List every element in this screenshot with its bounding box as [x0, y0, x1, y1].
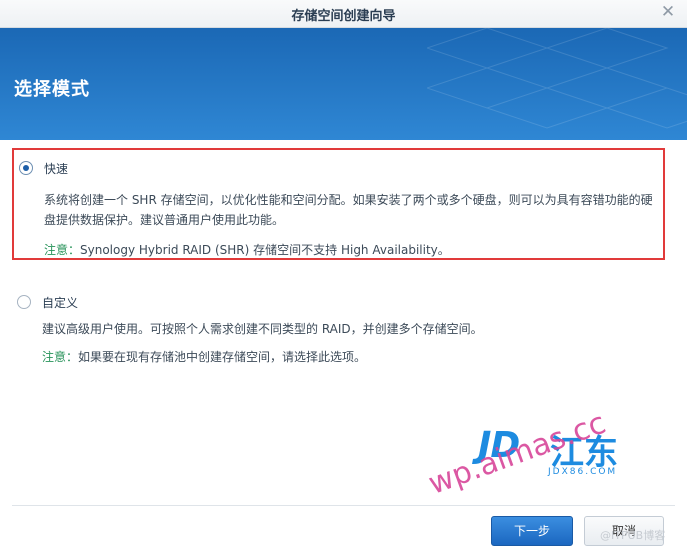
close-icon[interactable]: ✕: [659, 3, 677, 21]
option-custom-label[interactable]: 自定义: [42, 294, 78, 311]
watermark-url: wp.aimas.cc: [424, 405, 611, 502]
option-quick-description: 系统将创建一个 SHR 存储空间，以优化性能和空间分配。如果安装了两个或多个硬盘…: [44, 193, 653, 227]
watermark-brand-latin: JD: [478, 425, 520, 466]
radio-custom[interactable]: [17, 295, 31, 309]
banner-grid-pattern: [427, 28, 687, 129]
window-title: 存储空间创建向导: [291, 9, 396, 24]
note-text: 如果要在现有存储池中创建存储空间，请选择此选项。: [78, 350, 367, 364]
window-titlebar: 存储空间创建向导 ✕: [0, 0, 687, 28]
note-label: 注意：: [44, 243, 81, 257]
page-title: 选择模式: [14, 79, 90, 100]
cancel-button[interactable]: 取消: [584, 516, 664, 546]
option-custom-note: 注意：如果要在现有存储池中创建存储空间，请选择此选项。: [42, 348, 366, 365]
next-button[interactable]: 下一步: [491, 516, 573, 546]
watermark-sub: JDX86.COM: [548, 467, 618, 477]
header-banner: 选择模式: [0, 28, 687, 140]
watermark-logo: JD 江东 JDX86.COM: [470, 425, 680, 495]
option-quick-label[interactable]: 快速: [44, 160, 68, 177]
radio-quick[interactable]: [19, 161, 33, 175]
footer-divider: [12, 505, 675, 506]
option-quick[interactable]: 快速 系统将创建一个 SHR 存储空间，以优化性能和空间分配。如果安装了两个或多…: [12, 148, 665, 260]
watermark-brand-cn: 江东: [550, 433, 618, 473]
option-custom[interactable]: 自定义 建议高级用户使用。可按照个人需求创建不同类型的 RAID，并创建多个存储…: [12, 284, 665, 374]
option-quick-note: 注意：Synology Hybrid RAID (SHR) 存储空间不支持 Hi…: [44, 241, 450, 258]
option-custom-description: 建议高级用户使用。可按照个人需求创建不同类型的 RAID，并创建多个存储空间。: [42, 322, 483, 336]
note-label: 注意：: [42, 350, 79, 364]
note-text: Synology Hybrid RAID (SHR) 存储空间不支持 High …: [80, 243, 450, 257]
